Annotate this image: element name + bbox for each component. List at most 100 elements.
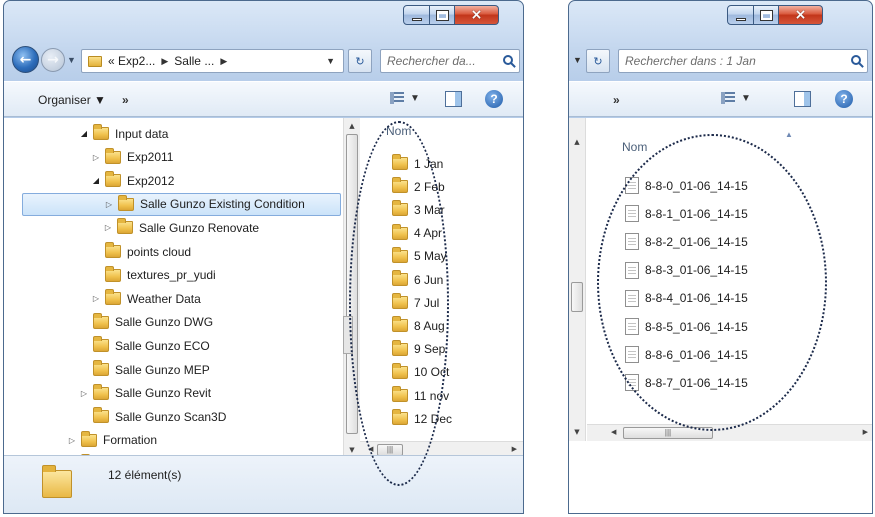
folder-large-icon	[42, 465, 72, 498]
scroll-thumb[interactable]	[346, 134, 358, 434]
file-list-item[interactable]: 8-8-7_01-06_14-15	[625, 371, 748, 394]
tree-item[interactable]: points cloud	[4, 240, 341, 263]
help-icon[interactable]: ?	[485, 90, 503, 108]
maximize-button[interactable]	[754, 5, 779, 25]
minimize-button[interactable]	[403, 5, 430, 25]
folder-icon	[93, 407, 109, 424]
preview-pane-icon[interactable]	[445, 91, 462, 107]
tree-item[interactable]: ◢ Input data	[4, 122, 341, 145]
horizontal-scroll-thumb[interactable]: |||	[623, 427, 713, 439]
file-list-item[interactable]: 8-8-4_01-06_14-15	[625, 287, 748, 310]
address-box[interactable]: « Exp2... ▶ Salle ... ▶ ▼	[81, 49, 344, 73]
tree-item[interactable]: Salle Gunzo DWG	[4, 311, 341, 334]
folder-icon	[392, 409, 408, 426]
tree-item[interactable]: Salle Gunzo ECO	[4, 334, 341, 357]
folder-list-item[interactable]: 3 Mar	[392, 198, 445, 221]
folder-list-item[interactable]: 4 Apr	[392, 222, 442, 245]
minimize-button[interactable]	[727, 5, 754, 25]
more-commands-button[interactable]: »	[122, 93, 129, 107]
folder-list-item[interactable]: 9 Sep	[392, 338, 445, 361]
tree-item[interactable]: ▷ Salle Gunzo Existing Condition	[22, 192, 341, 216]
folder-name: 12 Dec	[414, 411, 453, 426]
tree-item[interactable]: textures_pr_yudi	[4, 264, 341, 287]
folder-list-item[interactable]: 10 Oct	[392, 361, 449, 384]
folder-list-item[interactable]: 1 Jan	[392, 152, 443, 175]
scroll-right-icon[interactable]: ▶	[512, 445, 517, 453]
explorer-window-subfolder: × ▼ ↻ Rechercher dans : 1 Jan » ▼ ? ▲ ▼ …	[568, 0, 873, 514]
breadcrumb-exp2[interactable]: « Exp2...	[108, 54, 155, 68]
tree-item[interactable]: ▷ Salle Gunzo Revit	[4, 382, 341, 405]
file-list-item[interactable]: 8-8-6_01-06_14-15	[625, 343, 748, 366]
search-input[interactable]: Rechercher da...	[380, 49, 520, 73]
tree-item[interactable]: ▷ Formation	[4, 429, 341, 452]
tree-item[interactable]: ◢ Exp2012	[4, 169, 341, 192]
tree-item[interactable]: ▷ Weather Data	[4, 287, 341, 310]
scroll-up-icon[interactable]: ▲	[569, 134, 585, 150]
navigation-vertical-scrollbar[interactable]: ▲ ▼	[569, 118, 586, 441]
folder-list-item[interactable]: 5 May	[392, 245, 447, 268]
scroll-thumb[interactable]	[571, 282, 583, 312]
folder-list-item[interactable]: 2 Feb	[392, 175, 445, 198]
folder-list-item[interactable]: 8 Aug	[392, 314, 445, 337]
breadcrumb-separator-icon[interactable]: ▶	[220, 56, 227, 67]
file-list-item[interactable]: 8-8-3_01-06_14-15	[625, 259, 748, 282]
caption-buttons: ×	[727, 5, 823, 27]
tree-item[interactable]: ▷ Salle Gunzo Renovate	[4, 216, 341, 239]
expand-arrow-icon[interactable]: ▷	[102, 223, 114, 232]
expand-arrow-icon[interactable]: ◢	[78, 129, 90, 138]
expand-arrow-icon[interactable]: ▷	[90, 294, 102, 303]
change-view-button[interactable]: ▼	[390, 92, 420, 104]
folder-list-item[interactable]: 12 Dec	[392, 407, 452, 430]
folder-list-item[interactable]: 7 Jul	[392, 291, 439, 314]
file-list-item[interactable]: 8-8-0_01-06_14-15	[625, 174, 748, 197]
expand-arrow-icon[interactable]: ▷	[90, 153, 102, 162]
breadcrumb-separator-icon[interactable]: ▶	[161, 56, 168, 67]
column-header-name[interactable]: Nom	[622, 140, 647, 154]
tree-item[interactable]: Salle Gunzo MEP	[4, 358, 341, 381]
more-commands-button[interactable]: »	[613, 93, 620, 107]
scroll-left-icon[interactable]: ◀	[368, 445, 373, 453]
folder-list-item[interactable]: 11 nov	[392, 384, 449, 407]
folder-list-item[interactable]: 6 Jun	[392, 268, 443, 291]
file-name: 8-8-5_01-06_14-15	[645, 319, 748, 334]
folder-icon	[105, 171, 121, 188]
maximize-button[interactable]	[430, 5, 455, 25]
splitter-handle[interactable]	[343, 316, 353, 354]
address-dropdown-icon[interactable]: ▼	[573, 55, 582, 65]
organise-button[interactable]: Organiser ▼	[38, 93, 106, 107]
scroll-down-icon[interactable]: ▼	[569, 424, 585, 440]
column-header-name[interactable]: Nom	[386, 124, 411, 138]
refresh-button[interactable]: ↻	[348, 49, 372, 73]
preview-pane-icon[interactable]	[794, 91, 811, 107]
scroll-right-icon[interactable]: ▶	[863, 428, 868, 436]
expand-arrow-icon[interactable]: ◢	[90, 176, 102, 185]
breadcrumb-salle[interactable]: Salle ...	[174, 54, 214, 68]
expand-arrow-icon[interactable]: ▷	[78, 389, 90, 398]
search-input[interactable]: Rechercher dans : 1 Jan	[618, 49, 868, 73]
tree-item[interactable]: Salle Gunzo Scan3D	[4, 405, 341, 428]
navigation-vertical-scrollbar[interactable]: ▲ ▼	[343, 118, 360, 458]
scroll-up-icon[interactable]: ▲	[344, 118, 360, 134]
file-horizontal-scrollbar[interactable]: ◀ ||| ▶	[587, 424, 872, 441]
refresh-button[interactable]: ↻	[586, 49, 610, 73]
help-icon[interactable]: ?	[835, 90, 853, 108]
expand-arrow-icon[interactable]: ▷	[103, 200, 115, 209]
close-button[interactable]: ×	[455, 5, 499, 25]
tree-item[interactable]: ▷ Exp2011	[4, 146, 341, 169]
search-icon[interactable]	[851, 55, 861, 65]
back-button[interactable]: ←	[12, 46, 39, 73]
close-button[interactable]: ×	[779, 5, 823, 25]
maximize-icon	[759, 9, 773, 21]
file-list-item[interactable]: 8-8-5_01-06_14-15	[625, 315, 748, 338]
history-dropdown-icon[interactable]: ▼	[67, 55, 76, 65]
document-icon	[625, 177, 639, 194]
address-dropdown-icon[interactable]: ▼	[326, 56, 335, 66]
expand-arrow-icon[interactable]: ▷	[66, 436, 78, 445]
file-list-item[interactable]: 8-8-1_01-06_14-15	[625, 202, 748, 225]
file-list-item[interactable]: 8-8-2_01-06_14-15	[625, 230, 748, 253]
change-view-button[interactable]: ▼	[721, 92, 751, 104]
forward-button[interactable]: →	[41, 48, 65, 72]
search-icon[interactable]	[503, 55, 513, 65]
scroll-left-icon[interactable]: ◀	[611, 428, 616, 436]
document-icon	[625, 318, 639, 335]
